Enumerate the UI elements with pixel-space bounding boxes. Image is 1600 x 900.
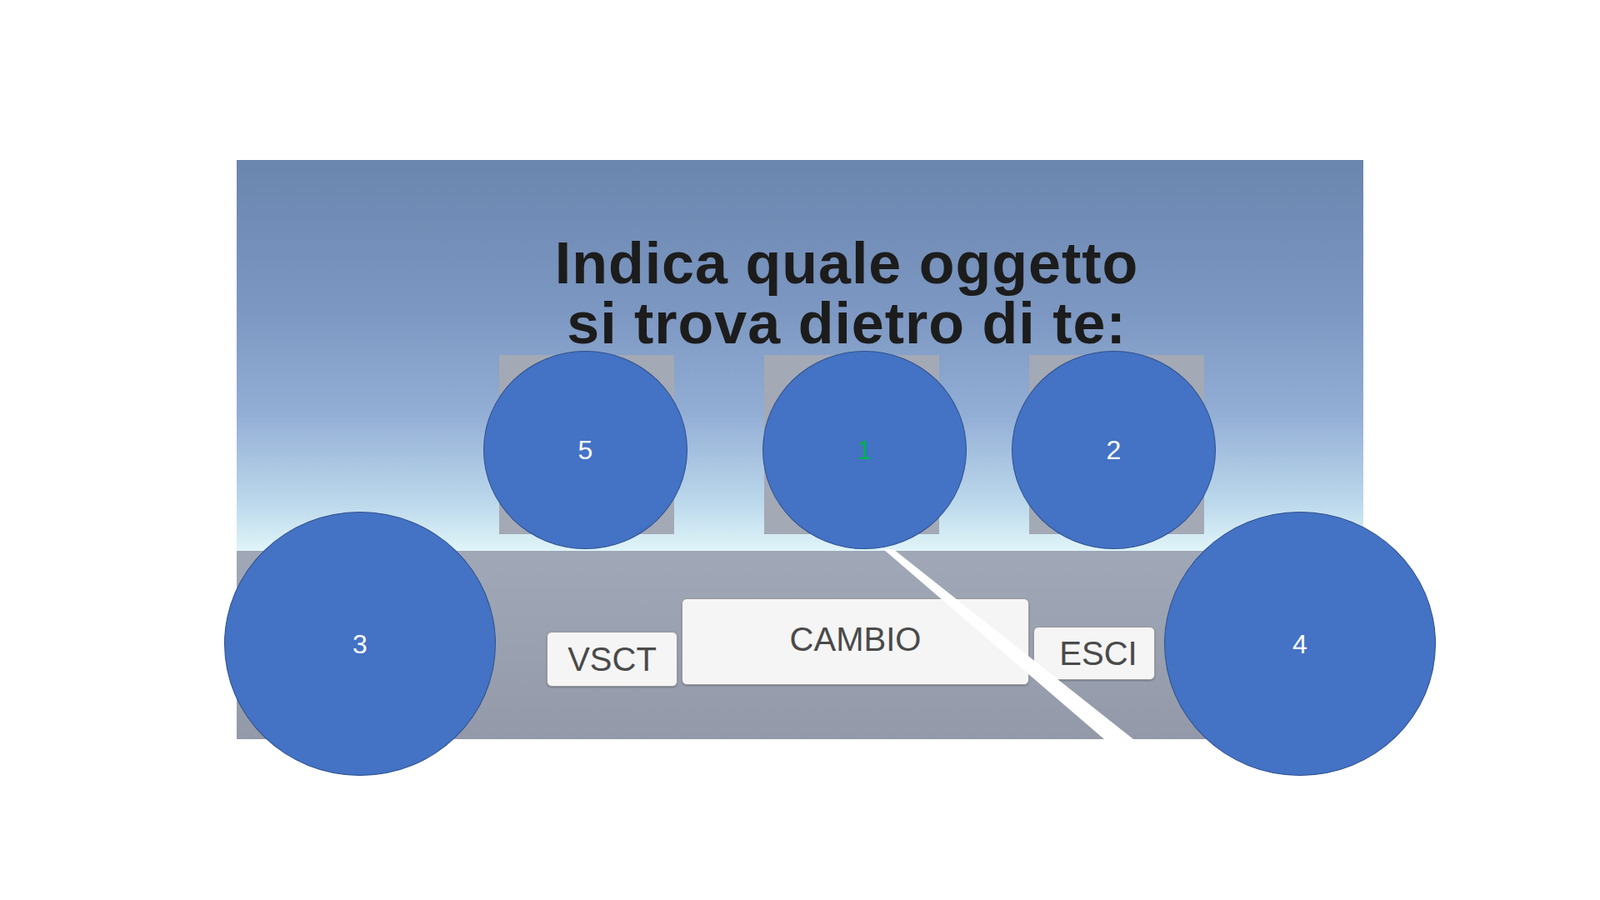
number-marker: 2 bbox=[1011, 350, 1216, 550]
number-marker: 5 bbox=[483, 350, 688, 550]
menu-button[interactable]: CAMBIO bbox=[681, 598, 1030, 685]
slide: Indica quale oggettosi trova dietro di t… bbox=[0, 0, 1600, 900]
menu-button[interactable]: ESCI bbox=[1033, 626, 1155, 680]
menu-button[interactable]: VSCT bbox=[546, 631, 678, 687]
number-marker: 4 bbox=[1164, 511, 1436, 776]
prompt-line: Indica quale oggetto bbox=[330, 233, 1364, 294]
prompt-title: Indica quale oggettosi trova dietro di t… bbox=[236, 233, 1364, 354]
prompt-line: si trova dietro di te: bbox=[330, 293, 1364, 354]
number-marker: 1 bbox=[762, 350, 967, 550]
number-marker: 3 bbox=[224, 511, 496, 776]
